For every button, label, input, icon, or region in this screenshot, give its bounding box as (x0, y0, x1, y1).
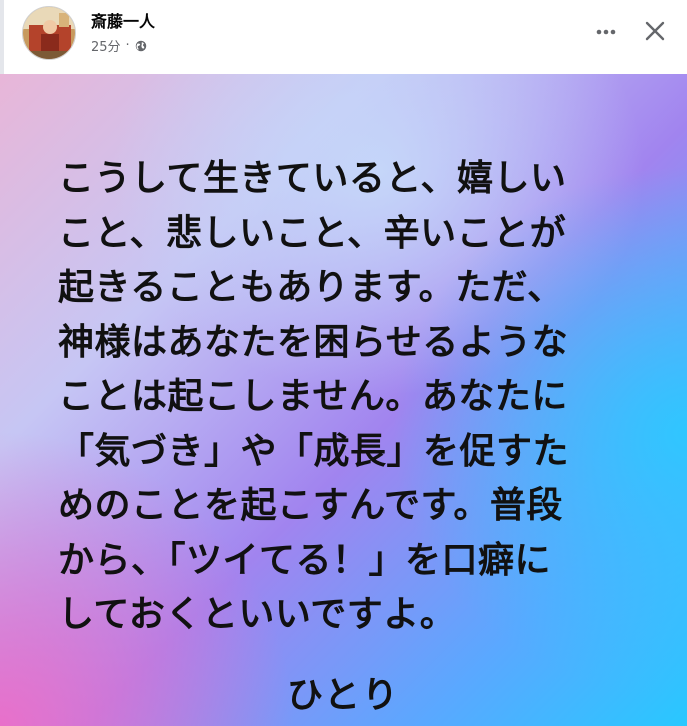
facebook-post: 斎藤一人 25分 · こうして生きていると、嬉しい こと、悲しいこと、辛いことが… (0, 0, 687, 726)
post-line: しておくといいですよ。 (58, 594, 457, 635)
meta-separator: · (125, 38, 130, 53)
post-line: 神様はあなたを困らせるような (58, 321, 569, 363)
post-signature: ひとり (287, 675, 400, 716)
more-dots-icon (596, 29, 616, 35)
post-line: めのことを起こすんです。普段 (58, 485, 563, 526)
author-avatar[interactable] (22, 6, 76, 60)
globe-icon[interactable] (135, 40, 147, 52)
close-button[interactable] (636, 12, 674, 50)
avatar-photo (23, 7, 75, 59)
post-timestamp[interactable]: 25分 (91, 36, 121, 55)
post-message: こうして生きていると、嬉しい こと、悲しいこと、辛いことが 起きることもあります… (58, 152, 650, 643)
post-line: 「気づき」や「成長」を促すた (58, 430, 570, 472)
post-line: から、「ツイてる！」を口癖に (58, 539, 552, 581)
post-line: こうして生きていると、嬉しい (58, 158, 567, 199)
close-icon (645, 21, 665, 41)
post-line: 起きることもあります。ただ、 (58, 267, 564, 308)
post-header: 斎藤一人 25分 · (0, 0, 687, 74)
post-line: こと、悲しいこと、辛いことが (58, 212, 567, 254)
post-background-card[interactable]: こうして生きていると、嬉しい こと、悲しいこと、辛いことが 起きることもあります… (0, 74, 687, 726)
post-line: ことは起こしません。あなたに (58, 376, 568, 417)
post-meta: 25分 · (91, 36, 147, 55)
author-name[interactable]: 斎藤一人 (91, 8, 155, 32)
more-options-button[interactable] (588, 14, 624, 50)
